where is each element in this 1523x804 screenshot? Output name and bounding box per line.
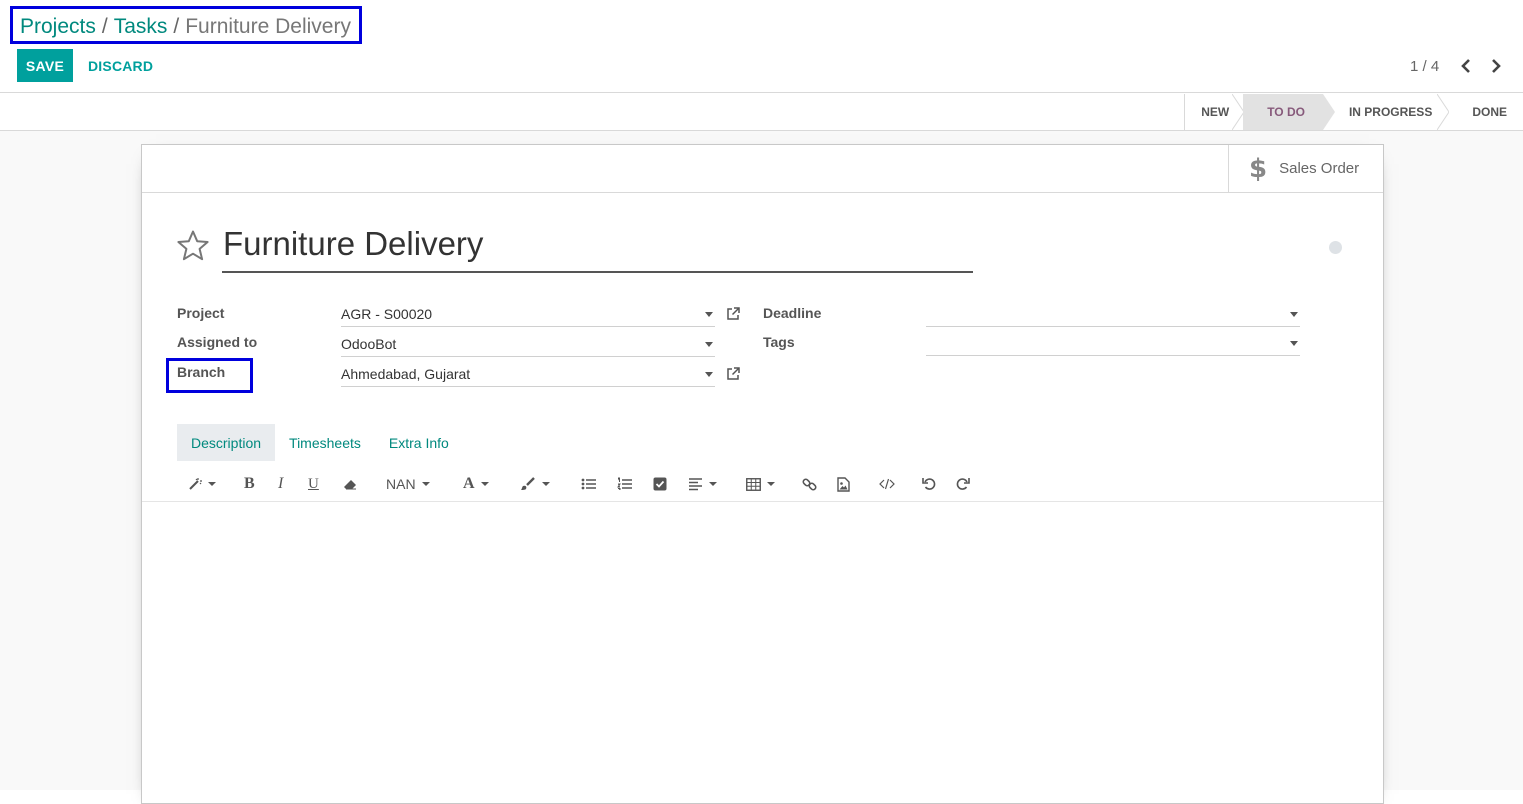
underline-button[interactable]: U — [308, 473, 319, 495]
deadline-field[interactable] — [926, 301, 1300, 327]
font-size-dropdown[interactable]: NAN — [386, 473, 430, 495]
stage-label: NEW — [1201, 105, 1230, 119]
assigned-to-label: Assigned to — [177, 334, 258, 350]
undo-button[interactable] — [922, 473, 936, 495]
tab-description[interactable]: Description — [177, 424, 276, 461]
kanban-state-indicator[interactable] — [1329, 241, 1342, 254]
tags-label: Tags — [763, 334, 795, 350]
chevron-down-icon[interactable] — [705, 372, 713, 377]
stage-label: IN PROGRESS — [1348, 105, 1433, 119]
tab-extra-info[interactable]: Extra Info — [375, 424, 463, 461]
breadcrumb-separator: / — [101, 15, 108, 38]
paragraph-align-dropdown[interactable] — [688, 473, 717, 495]
bold-button[interactable]: B — [244, 473, 255, 495]
control-panel: Projects / Tasks / Furniture Delivery SAVE D… — [0, 0, 1523, 93]
pager-previous-button[interactable] — [1455, 55, 1477, 77]
tags-field[interactable] — [926, 330, 1300, 356]
redo-icon — [956, 478, 970, 490]
project-field[interactable]: AGR - S00020 — [341, 301, 715, 327]
stage-pipeline: NEW TO DO IN PROGRESS DONE — [1184, 94, 1523, 130]
align-left-icon — [689, 478, 702, 491]
chevron-down-icon[interactable] — [1290, 312, 1298, 317]
editor-toolbar: B I U NAN A — [142, 465, 1383, 502]
stage-in-progress[interactable]: IN PROGRESS — [1323, 94, 1450, 130]
font-color-icon: A — [463, 475, 475, 492]
ordered-list-icon — [617, 477, 632, 490]
numbered-list-button[interactable] — [617, 473, 633, 495]
checklist-button[interactable] — [653, 473, 667, 495]
code-icon — [879, 478, 895, 490]
external-link-icon[interactable] — [725, 306, 741, 322]
stage-done[interactable]: DONE — [1448, 94, 1523, 130]
tab-timesheets[interactable]: Timesheets — [275, 424, 375, 461]
table-icon — [746, 477, 761, 491]
assigned-to-field[interactable]: OdooBot — [341, 331, 715, 357]
chevron-down-icon[interactable] — [1290, 341, 1298, 346]
chevron-right-icon — [1492, 59, 1502, 73]
breadcrumb-current: Furniture Delivery — [185, 15, 351, 38]
breadcrumb-tasks[interactable]: Tasks — [114, 15, 168, 38]
assigned-to-value: OdooBot — [341, 336, 397, 352]
bullet-list-button[interactable] — [581, 473, 597, 495]
undo-icon — [922, 478, 936, 490]
chevron-down-icon[interactable] — [705, 342, 713, 347]
sales-order-button[interactable]: $ Sales Order — [1228, 145, 1383, 192]
table-dropdown[interactable] — [746, 473, 775, 495]
stage-label: DONE — [1472, 105, 1507, 119]
code-view-button[interactable] — [879, 473, 895, 495]
checkbox-icon — [653, 477, 667, 491]
italic-icon: I — [278, 475, 284, 492]
form-sheet: $ Sales Order Furniture Delivery Project… — [141, 144, 1384, 804]
paint-brush-icon — [521, 477, 535, 490]
pager-next-button[interactable] — [1485, 55, 1507, 77]
font-color-dropdown[interactable]: A — [463, 473, 489, 495]
star-icon[interactable] — [176, 229, 210, 263]
magic-wand-icon — [189, 478, 202, 490]
style-dropdown[interactable] — [188, 473, 216, 495]
eraser-icon — [344, 480, 356, 490]
pager-value[interactable]: 1 / 4 — [1410, 58, 1439, 75]
deadline-label: Deadline — [763, 305, 822, 321]
task-title-input[interactable]: Furniture Delivery — [222, 225, 973, 273]
breadcrumb-projects[interactable]: Projects — [20, 15, 96, 38]
redo-button[interactable] — [956, 473, 970, 495]
breadcrumb: Projects / Tasks / Furniture Delivery — [10, 6, 362, 44]
font-size-value: NAN — [386, 476, 416, 492]
link-icon — [802, 477, 817, 491]
project-label: Project — [177, 305, 225, 321]
save-button[interactable]: SAVE — [17, 49, 73, 82]
branch-field[interactable]: Ahmedabad, Gujarat — [341, 361, 715, 387]
bold-icon: B — [244, 475, 255, 492]
clear-format-button[interactable] — [342, 473, 358, 495]
file-image-icon — [837, 476, 850, 492]
underline-icon: U — [308, 475, 319, 492]
project-value: AGR - S00020 — [341, 306, 433, 322]
description-editor[interactable] — [142, 503, 1383, 803]
insert-media-button[interactable] — [837, 473, 850, 495]
status-bar: NEW TO DO IN PROGRESS DONE — [0, 94, 1523, 131]
chevron-left-icon — [1461, 59, 1471, 73]
stage-new[interactable]: NEW — [1185, 94, 1245, 130]
breadcrumb-separator: / — [173, 15, 180, 38]
stage-todo[interactable]: TO DO — [1243, 94, 1335, 130]
dollar-icon: $ — [1249, 153, 1268, 184]
chevron-down-icon[interactable] — [705, 312, 713, 317]
branch-label: Branch — [177, 364, 226, 380]
italic-button[interactable]: I — [278, 473, 283, 495]
button-box: $ Sales Order — [142, 145, 1383, 193]
sales-order-label: Sales Order — [1279, 160, 1360, 177]
pager: 1 / 4 — [1410, 55, 1507, 77]
discard-button[interactable]: DISCARD — [80, 49, 161, 82]
insert-link-button[interactable] — [802, 473, 817, 495]
highlight-color-dropdown[interactable] — [520, 473, 550, 495]
stage-label: TO DO — [1267, 105, 1305, 119]
notebook-tabs: Description Timesheets Extra Info — [177, 424, 463, 461]
external-link-icon[interactable] — [725, 366, 741, 382]
branch-value: Ahmedabad, Gujarat — [341, 366, 471, 382]
unordered-list-icon — [581, 478, 596, 490]
